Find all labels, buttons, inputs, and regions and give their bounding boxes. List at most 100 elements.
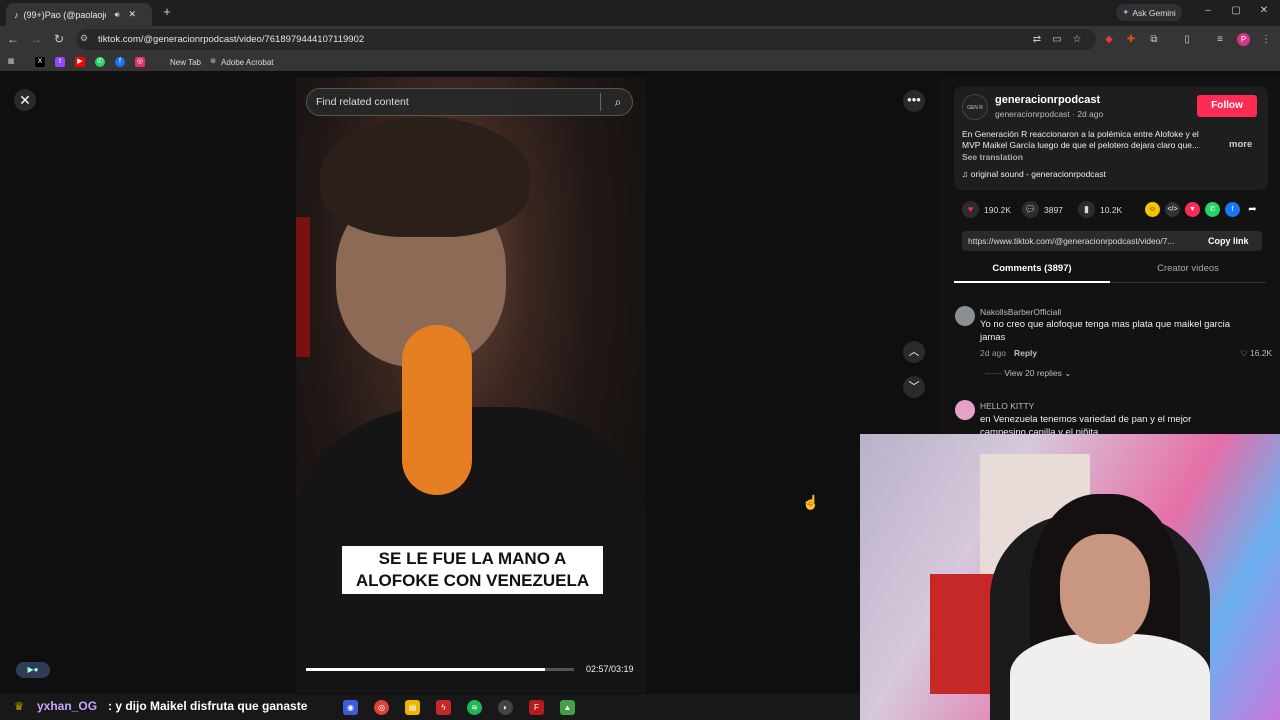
whatsapp-share-icon[interactable]: ✆	[1205, 202, 1220, 217]
apps-grid-icon[interactable]: ▦	[6, 56, 16, 68]
video-red-backdrop	[296, 217, 310, 357]
comment-like-button[interactable]: ♡ 16.2K	[1240, 348, 1272, 359]
cast-icon[interactable]: ▭	[1050, 33, 1064, 47]
search-icon[interactable]: ⌕	[609, 93, 627, 111]
view-replies-button[interactable]: —— View 20 replies ⌄	[985, 368, 1071, 379]
comment-reply-button[interactable]: Reply	[1014, 348, 1037, 358]
bookmark-star-icon[interactable]: ☆	[1070, 33, 1084, 47]
new-tab-button[interactable]: +	[160, 5, 174, 19]
tab-search-icon[interactable]: ≡	[1213, 33, 1227, 47]
taskbar-chrome-icon[interactable]: ◎	[374, 700, 389, 715]
facebook-bookmark-icon[interactable]: f	[115, 56, 125, 68]
whatsapp-bookmark-icon[interactable]: ✆	[95, 56, 105, 68]
minimize-icon[interactable]: –	[1200, 5, 1216, 16]
comment-username[interactable]: HELLO KITTY	[980, 401, 1034, 411]
acrobat-icon: ⊛	[210, 58, 216, 65]
chat-username: yxhan_OG	[37, 699, 98, 713]
send-to-friends-icon[interactable]: ▼	[1185, 202, 1200, 217]
close-video-icon[interactable]: ✕	[14, 89, 36, 111]
video-progress-bar[interactable]	[306, 668, 574, 671]
webcam-person-shirt	[1010, 634, 1210, 720]
copy-link-button[interactable]: Copy link	[1208, 236, 1249, 246]
more-link[interactable]: more	[1229, 139, 1252, 150]
search-divider	[600, 93, 601, 111]
comment-button[interactable]: 💬︎ 3897	[1022, 201, 1063, 218]
comment-username[interactable]: NakollsBarberOfficiall	[980, 307, 1061, 317]
heart-icon: ♥	[962, 201, 979, 218]
twitch-bookmark-icon[interactable]: t	[55, 56, 65, 68]
browser-tab-bar: ♪ (99+)Pao (@paolaojedda) | 🔊︎ ✕ + ✦ Ask…	[0, 0, 1280, 26]
sidepanel-icon[interactable]: ▯	[1180, 33, 1194, 47]
original-sound-link[interactable]: ♫ original sound - generacionrpodcast	[962, 169, 1106, 179]
taskbar-obs-icon[interactable]: ◐	[498, 700, 513, 715]
maximize-icon[interactable]: ▢	[1228, 5, 1244, 16]
video-timecode: 02:57/03:19	[586, 664, 634, 674]
like-count: 190.2K	[984, 204, 1011, 215]
share-emoji-icon[interactable]: ☺	[1145, 202, 1160, 217]
search-input[interactable]: Find related content	[306, 88, 633, 116]
taskbar-green-app-icon[interactable]: ▲	[560, 700, 575, 715]
reload-icon[interactable]: ↻	[51, 31, 67, 47]
site-info-icon[interactable]: ⚙	[80, 33, 88, 44]
address-url: tiktok.com/@generacionrpodcast/video/761…	[98, 34, 365, 45]
caption-line-1: SE LE FUE LA MANO A	[378, 549, 567, 568]
x-bookmark-icon[interactable]: X	[35, 56, 45, 68]
bookmark-new-tab[interactable]: New Tab	[170, 56, 201, 68]
streamer-webcam	[860, 434, 1280, 720]
facebook-share-icon[interactable]: f	[1225, 202, 1240, 217]
creator-username[interactable]: generacionrpodcast	[995, 94, 1100, 106]
comment-like-count: 16.2K	[1250, 348, 1273, 358]
ask-gemini-label: Ask Gemini	[1132, 7, 1176, 18]
ask-gemini-button[interactable]: ✦ Ask Gemini	[1116, 4, 1182, 21]
extensions-puzzle-icon[interactable]: ⧉	[1147, 33, 1161, 47]
embed-code-icon[interactable]: </>	[1165, 202, 1180, 217]
next-video-icon[interactable]: ﹀	[903, 376, 925, 398]
forward-icon[interactable]: →	[28, 31, 44, 47]
comment-avatar[interactable]	[955, 306, 975, 326]
extension-red-icon[interactable]: ◆	[1102, 33, 1116, 47]
tab-audio-icon[interactable]: 🔊︎	[115, 10, 120, 20]
more-options-icon[interactable]: •••	[903, 90, 925, 112]
taskbar-flash-icon[interactable]: ϟ	[436, 700, 451, 715]
chat-message: : y dijo Maikel disfruta que ganaste	[108, 699, 308, 713]
post-actions: ♥ 190.2K 💬︎ 3897 ▮ 10.2K ☺ </> ▼ ✆ f ➦	[962, 201, 1272, 219]
see-translation-link[interactable]: See translation	[962, 152, 1023, 162]
browser-tab[interactable]: ♪ (99+)Pao (@paolaojedda) | 🔊︎ ✕	[6, 3, 152, 26]
video-microphone	[402, 325, 472, 495]
video-player[interactable]	[296, 77, 646, 693]
taskbar-app-icon[interactable]: ◉	[343, 700, 358, 715]
tab-close-icon[interactable]: ✕	[129, 9, 137, 20]
taskbar-folder-icon[interactable]: ▤	[405, 700, 420, 715]
window-close-icon[interactable]: ✕	[1256, 5, 1272, 16]
overlay-badge-icon: ▶●	[16, 662, 50, 678]
like-button[interactable]: ♥ 190.2K	[962, 201, 1011, 218]
creator-avatar[interactable]: GEN R	[962, 94, 988, 120]
bookmark-adobe-acrobat[interactable]: ⊛ Adobe Acrobat	[208, 56, 273, 68]
save-count: 10.2K	[1100, 204, 1123, 215]
tab-comments[interactable]: Comments (3897)	[954, 263, 1110, 283]
share-arrow-icon[interactable]: ➦	[1245, 202, 1260, 217]
address-bar[interactable]: tiktok.com/@generacionrpodcast/video/761…	[76, 29, 1096, 50]
taskbar-f-app-icon[interactable]: F	[529, 700, 544, 715]
save-button[interactable]: ▮ 10.2K	[1078, 201, 1122, 218]
translate-icon[interactable]: ⇄	[1030, 33, 1044, 47]
profile-avatar[interactable]: P	[1237, 33, 1250, 46]
bookmark-icon: ▮	[1078, 201, 1095, 218]
creator-subline: generacionrpodcast · 2d ago	[995, 109, 1104, 119]
youtube-bookmark-icon[interactable]: ▶	[75, 56, 85, 68]
taskbar-spotify-icon[interactable]: ≋	[467, 700, 482, 715]
comment-heart-icon: ♡	[1240, 348, 1248, 358]
comment-avatar[interactable]	[955, 400, 975, 420]
instagram-bookmark-icon[interactable]: ◎	[135, 56, 145, 68]
tab-creator-videos[interactable]: Creator videos	[1110, 263, 1266, 283]
previous-video-icon[interactable]: ︿	[903, 341, 925, 363]
follow-button[interactable]: Follow	[1197, 95, 1257, 117]
tiktok-favicon-icon: ♪	[14, 9, 19, 20]
extension-orange-icon[interactable]: ✚	[1124, 33, 1138, 47]
browser-toolbar: ← → ↻ tiktok.com/@generacionrpodcast/vid…	[0, 26, 1280, 53]
comment-icon: 💬︎	[1022, 201, 1039, 218]
back-icon[interactable]: ←	[5, 31, 21, 47]
post-link-text: https://www.tiktok.com/@generacionrpodca…	[968, 236, 1175, 246]
browser-menu-icon[interactable]: ⋮	[1259, 33, 1273, 47]
comment-count: 3897	[1044, 204, 1063, 215]
